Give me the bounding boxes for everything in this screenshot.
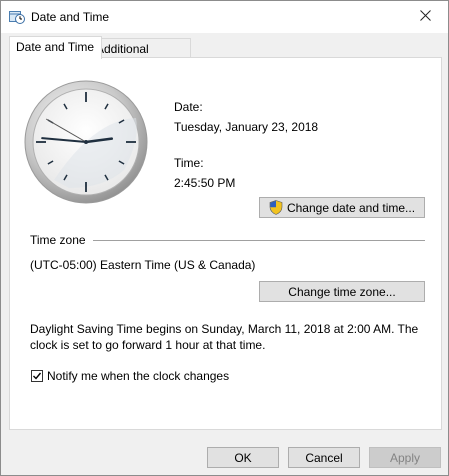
ok-button[interactable]: OK (207, 447, 279, 468)
tab-panel: Date: Tuesday, January 23, 2018 Time: 2:… (9, 57, 442, 430)
date-label: Date: (174, 100, 203, 114)
tab-date-and-time[interactable]: Date and Time (9, 36, 102, 59)
tab-label: Date and Time (16, 40, 95, 54)
date-time-app-icon (9, 10, 25, 24)
date-time-dialog: Date and Time Date and Time Additional C… (0, 0, 449, 476)
uac-shield-icon (269, 200, 283, 215)
time-label: Time: (174, 156, 204, 170)
close-button[interactable] (402, 1, 448, 33)
apply-label: Apply (389, 450, 421, 465)
change-date-time-label: Change date and time... (286, 200, 416, 215)
time-value: 2:45:50 PM (174, 176, 236, 190)
cancel-label: Cancel (305, 450, 343, 465)
time-zone-value: (UTC-05:00) Eastern Time (US & Canada) (30, 258, 256, 272)
analog-clock (24, 80, 148, 204)
apply-button: Apply (369, 447, 441, 468)
date-value: Tuesday, January 23, 2018 (174, 120, 319, 134)
close-icon (419, 10, 431, 24)
tab-additional-clocks[interactable]: Additional Clocks (89, 38, 191, 76)
cancel-button[interactable]: Cancel (288, 447, 360, 468)
group-divider (93, 240, 425, 241)
dst-text-line2: clock is set to go forward 1 hour at tha… (30, 338, 266, 352)
notify-checkbox[interactable] (31, 370, 43, 382)
change-date-time-button[interactable]: Change date and time... (259, 197, 425, 218)
dst-text-line1: Daylight Saving Time begins on Sunday, M… (30, 322, 419, 336)
window-title: Date and Time (31, 10, 110, 24)
notify-label[interactable]: Notify me when the clock changes (47, 369, 229, 383)
change-time-zone-button[interactable]: Change time zone... (259, 281, 425, 302)
title-bar: Date and Time (1, 1, 448, 33)
time-zone-group-label: Time zone (30, 233, 86, 247)
ok-label: OK (234, 450, 252, 465)
change-time-zone-label: Change time zone... (288, 284, 396, 299)
